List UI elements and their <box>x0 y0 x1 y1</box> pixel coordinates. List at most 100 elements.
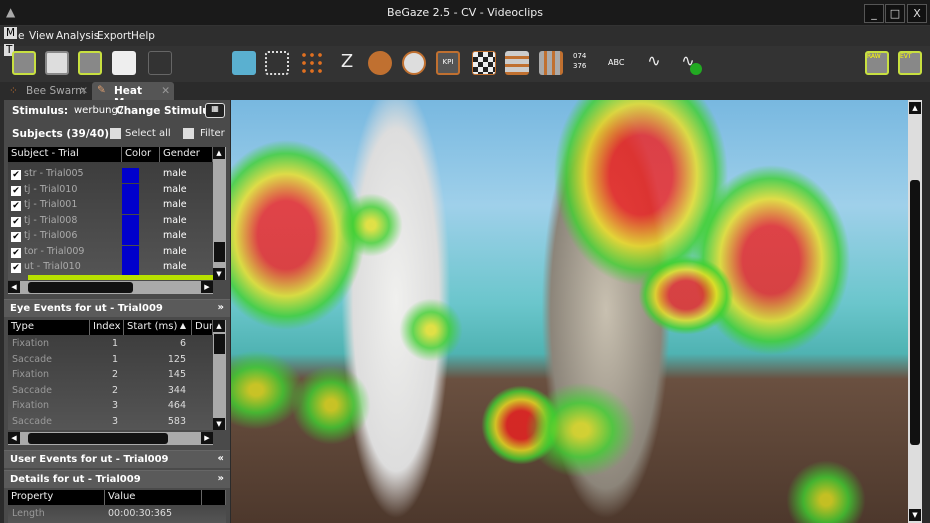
save-icon[interactable] <box>78 51 102 75</box>
binning-chart-icon[interactable] <box>472 51 496 75</box>
color-swatch[interactable] <box>122 230 139 245</box>
color-swatch[interactable] <box>122 214 139 230</box>
row-checkbox[interactable]: ✔ <box>11 216 21 227</box>
scroll-down-icon[interactable]: ▼ <box>213 418 225 430</box>
scanpath-icon[interactable]: Z <box>335 51 359 75</box>
table-row[interactable]: Saccade 2 344 <box>8 385 213 400</box>
scroll-right-icon[interactable]: ▶ <box>201 281 213 293</box>
menu-help[interactable]: Help <box>131 30 155 42</box>
kpi-icon[interactable]: KPI <box>436 51 460 75</box>
scroll-left-icon[interactable]: ◀ <box>8 281 20 293</box>
column-header-color[interactable]: Color <box>122 147 160 162</box>
eye-events-header[interactable]: Eye Events for ut - Trial009 » <box>4 299 230 317</box>
export-evt-icon[interactable]: EVT <box>898 51 922 75</box>
eye-events-vscrollbar[interactable]: ▲ ▼ <box>213 320 226 430</box>
column-header-type[interactable]: Type <box>8 320 90 335</box>
export-raw-icon[interactable]: RAW <box>865 51 889 75</box>
subjects-vscrollbar[interactable]: ▲ ▼ <box>213 147 226 280</box>
row-checkbox[interactable]: ✔ <box>11 170 21 180</box>
table-row[interactable]: Fixation 1 6 <box>8 338 213 353</box>
open-folder-icon[interactable] <box>45 51 69 75</box>
subjects-hscrollbar[interactable]: ◀ ▶ <box>8 281 213 294</box>
collapse-icon[interactable]: » <box>218 302 224 313</box>
column-header-gender[interactable]: Gender <box>160 147 213 162</box>
scroll-down-icon[interactable]: ▼ <box>213 268 225 280</box>
select-area-icon[interactable] <box>232 51 256 75</box>
column-header-subject[interactable]: Subject - Trial <box>8 147 122 162</box>
eye-events-hscrollbar[interactable]: ◀ ▶ <box>8 432 213 445</box>
close-tab-icon[interactable]: ✕ <box>79 85 88 97</box>
delete-icon[interactable] <box>148 51 172 75</box>
row-checkbox[interactable]: ✔ <box>11 247 21 258</box>
selected-row[interactable] <box>28 275 213 280</box>
color-swatch[interactable] <box>122 245 139 261</box>
collapse-icon[interactable]: » <box>218 473 224 484</box>
close-button[interactable]: X <box>907 4 927 23</box>
user-events-header[interactable]: User Events for ut - Trial009 « <box>4 450 230 468</box>
table-row[interactable]: ✔ tor - Trial009 male <box>8 245 213 261</box>
scroll-up-icon[interactable]: ▲ <box>213 147 225 159</box>
print-icon[interactable] <box>112 51 136 75</box>
scroll-thumb[interactable] <box>28 433 168 444</box>
column-header-index[interactable]: Index <box>90 320 124 335</box>
grid-icon[interactable] <box>265 51 289 75</box>
row-checkbox[interactable]: ✔ <box>11 185 21 196</box>
row-checkbox[interactable]: ✔ <box>11 201 21 211</box>
scroll-thumb[interactable] <box>214 334 225 354</box>
scroll-left-icon[interactable]: ◀ <box>8 432 20 444</box>
statistics-number-icon[interactable]: 074 376 <box>573 51 597 75</box>
waveform-icon[interactable]: ∿ <box>642 51 666 75</box>
column-header-start[interactable]: Start (ms) ▲ <box>124 320 192 335</box>
column-header-value[interactable]: Value <box>105 490 202 505</box>
table-row[interactable]: Fixation 3 464 <box>8 400 213 415</box>
maximize-button[interactable]: □ <box>885 4 905 23</box>
color-swatch[interactable] <box>122 183 139 199</box>
statistics-text-icon[interactable]: ABC <box>608 51 632 75</box>
waveform-check-icon[interactable]: ∿ <box>676 51 702 75</box>
column-header-duration[interactable]: Dura <box>192 320 213 335</box>
close-tab-icon[interactable]: ✕ <box>161 85 170 97</box>
table-row[interactable]: ✔ tj - Trial008 male <box>8 214 213 230</box>
scroll-right-icon[interactable]: ▶ <box>201 432 213 444</box>
table-row[interactable]: Saccade 1 125 <box>8 354 213 369</box>
filter-checkbox[interactable] <box>183 128 194 139</box>
table-row[interactable]: ✔ str - Trial005 male <box>8 168 213 183</box>
color-swatch[interactable] <box>122 261 139 276</box>
bar-chart-icon[interactable] <box>539 51 563 75</box>
table-row[interactable]: Length 00:00:30:365 <box>8 508 226 523</box>
scroll-down-icon[interactable]: ▼ <box>909 509 921 521</box>
heatmap-view[interactable] <box>231 100 908 523</box>
column-header-property[interactable]: Property <box>8 490 105 505</box>
row-checkbox[interactable]: ✔ <box>11 263 21 273</box>
menu-export[interactable]: Export <box>97 30 131 42</box>
color-swatch[interactable] <box>122 168 139 183</box>
minimize-button[interactable]: _ <box>864 4 884 23</box>
details-header[interactable]: Details for ut - Trial009 » <box>4 470 230 488</box>
menu-view[interactable]: View <box>29 30 54 42</box>
table-row[interactable]: ✔ tj - Trial010 male <box>8 183 213 199</box>
new-icon[interactable] <box>12 51 36 75</box>
scroll-thumb[interactable] <box>910 180 920 445</box>
tab-heat-map[interactable]: ✎ Heat Map ✕ <box>92 82 174 109</box>
table-row[interactable]: Fixation 2 145 <box>8 369 213 384</box>
menu-file[interactable]: e <box>18 30 24 42</box>
scroll-up-icon[interactable]: ▲ <box>213 320 225 332</box>
table-row[interactable]: ✔ ut - Trial010 male <box>8 261 213 276</box>
focus-map-icon[interactable] <box>402 51 426 75</box>
expand-icon[interactable]: « <box>218 453 224 464</box>
tab-bee-swarm[interactable]: ⁘ Bee Swarm ✕ <box>4 82 92 100</box>
table-row[interactable]: ✔ tj - Trial001 male <box>8 199 213 214</box>
change-stimulus-button[interactable]: ▦ <box>205 103 225 118</box>
scroll-up-icon[interactable]: ▲ <box>909 102 921 114</box>
color-swatch[interactable] <box>122 199 139 214</box>
heatmap-icon[interactable] <box>368 51 392 75</box>
select-all-checkbox[interactable] <box>110 128 121 139</box>
bee-swarm-icon[interactable] <box>300 51 324 75</box>
view-vscrollbar[interactable]: ▲ ▼ <box>908 100 922 523</box>
table-row[interactable]: ✔ tj - Trial006 male <box>8 230 213 245</box>
menu-analysis[interactable]: Analysis <box>56 30 99 42</box>
table-row[interactable]: Saccade 3 583 <box>8 416 213 431</box>
scroll-thumb[interactable] <box>28 282 133 293</box>
scroll-thumb[interactable] <box>214 242 225 262</box>
sequence-chart-icon[interactable] <box>505 51 529 75</box>
